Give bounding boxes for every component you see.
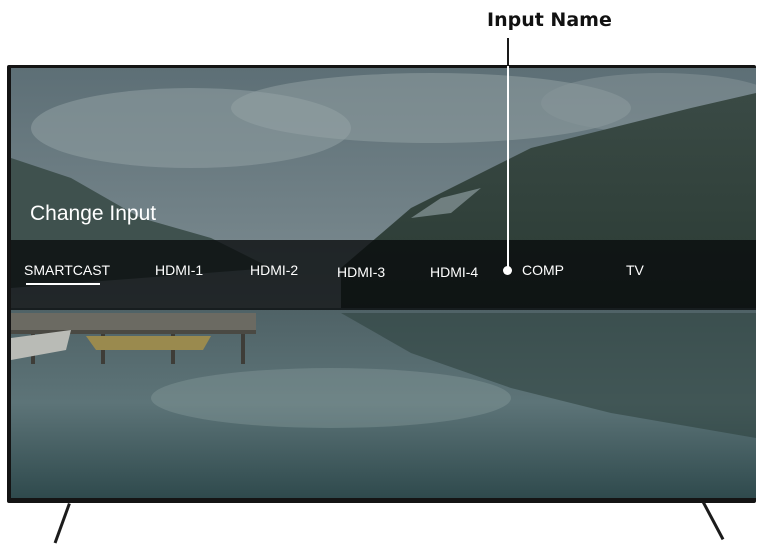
input-smartcast[interactable]: SMARTCAST — [24, 262, 111, 285]
callout-label: Input Name — [487, 9, 612, 31]
input-hdmi-2[interactable]: HDMI-2 — [250, 262, 298, 278]
input-hdmi-4[interactable]: HDMI-4 — [430, 264, 478, 280]
input-label: TV — [626, 262, 644, 278]
callout-line-inner — [507, 66, 509, 268]
input-label: COMP — [522, 262, 564, 278]
tv-screen: Change Input SMARTCAST HDMI-1 HDMI-2 HDM… — [11, 68, 756, 498]
input-comp[interactable]: COMP — [522, 262, 564, 278]
input-label: HDMI-2 — [250, 262, 299, 278]
input-label: HDMI-4 — [430, 264, 479, 280]
left-stand-leg — [53, 503, 71, 544]
input-tv[interactable]: TV — [626, 262, 644, 278]
input-label: HDMI-3 — [337, 264, 386, 280]
input-hdmi-1[interactable]: HDMI-1 — [155, 262, 203, 278]
menu-title: Change Input — [30, 202, 157, 225]
input-label: SMARTCAST — [24, 262, 111, 278]
input-bar: SMARTCAST HDMI-1 HDMI-2 HDMI-3 HDMI-4 CO… — [11, 240, 756, 310]
selected-underline — [26, 283, 100, 285]
callout-dot — [503, 266, 512, 275]
input-label: HDMI-1 — [155, 262, 204, 278]
input-hdmi-3[interactable]: HDMI-3 — [337, 264, 385, 280]
right-stand-leg — [702, 501, 725, 541]
